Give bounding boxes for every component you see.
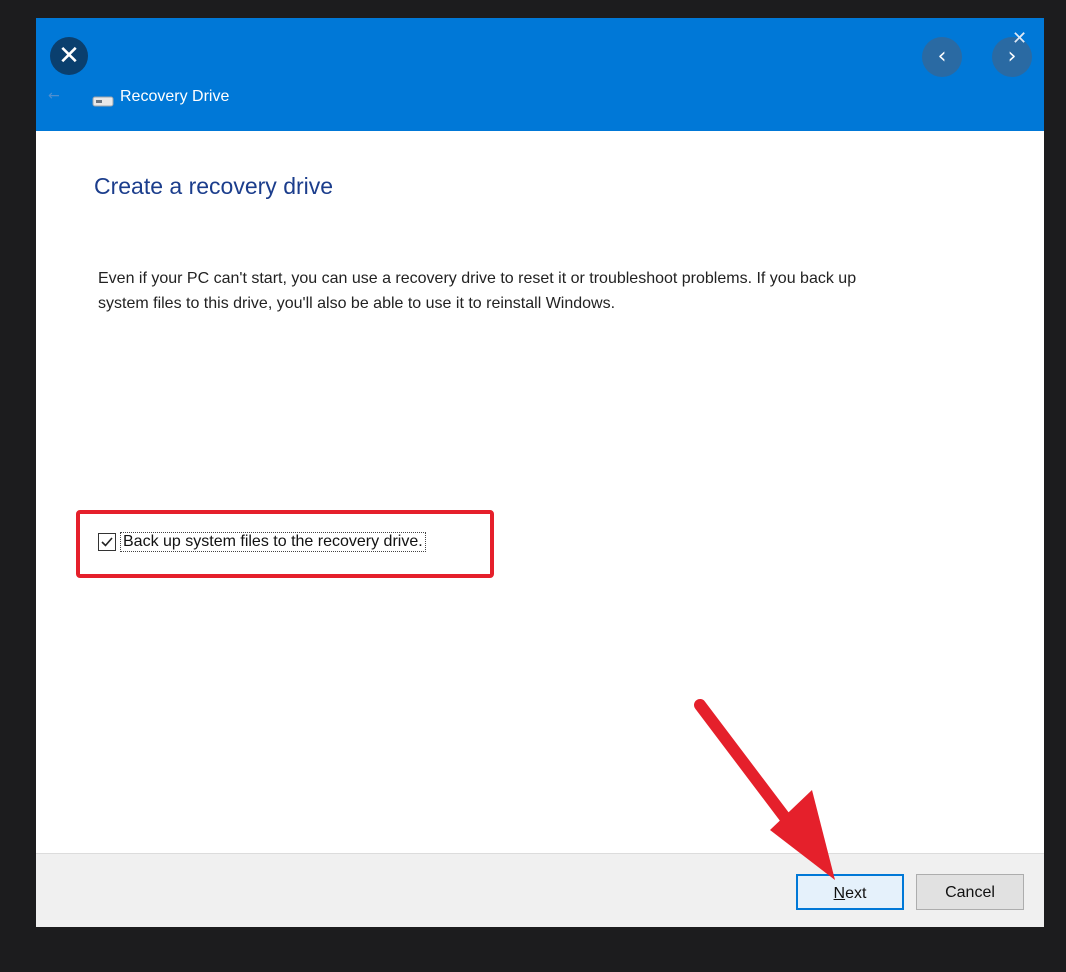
next-button[interactable]: Next — [796, 874, 904, 910]
title-bar: ✕ ← Recovery Drive ‹ › ✕ — [36, 18, 1044, 131]
cancel-button[interactable]: Cancel — [916, 874, 1024, 910]
back-arrow-icon[interactable]: ← — [48, 88, 60, 104]
chevron-left-icon[interactable]: ‹ — [922, 37, 962, 77]
backup-system-files-checkbox[interactable] — [98, 533, 116, 551]
checkmark-icon — [101, 537, 113, 547]
page-title: Create a recovery drive — [94, 173, 334, 199]
backup-system-files-option[interactable]: Back up system files to the recovery dri… — [98, 531, 426, 553]
dialog-footer: Next Cancel — [36, 853, 1044, 927]
description-text: Even if your PC can't start, you can use… — [98, 270, 857, 312]
corner-close-icon[interactable]: ✕ — [1012, 28, 1027, 49]
backup-system-files-label[interactable]: Back up system files to the recovery dri… — [120, 532, 426, 552]
recovery-drive-window: ✕ ← Recovery Drive ‹ › ✕ Create a recove… — [36, 18, 1044, 927]
drive-icon — [92, 96, 114, 107]
window-title: Recovery Drive — [120, 88, 230, 105]
close-icon[interactable]: ✕ — [50, 37, 88, 75]
